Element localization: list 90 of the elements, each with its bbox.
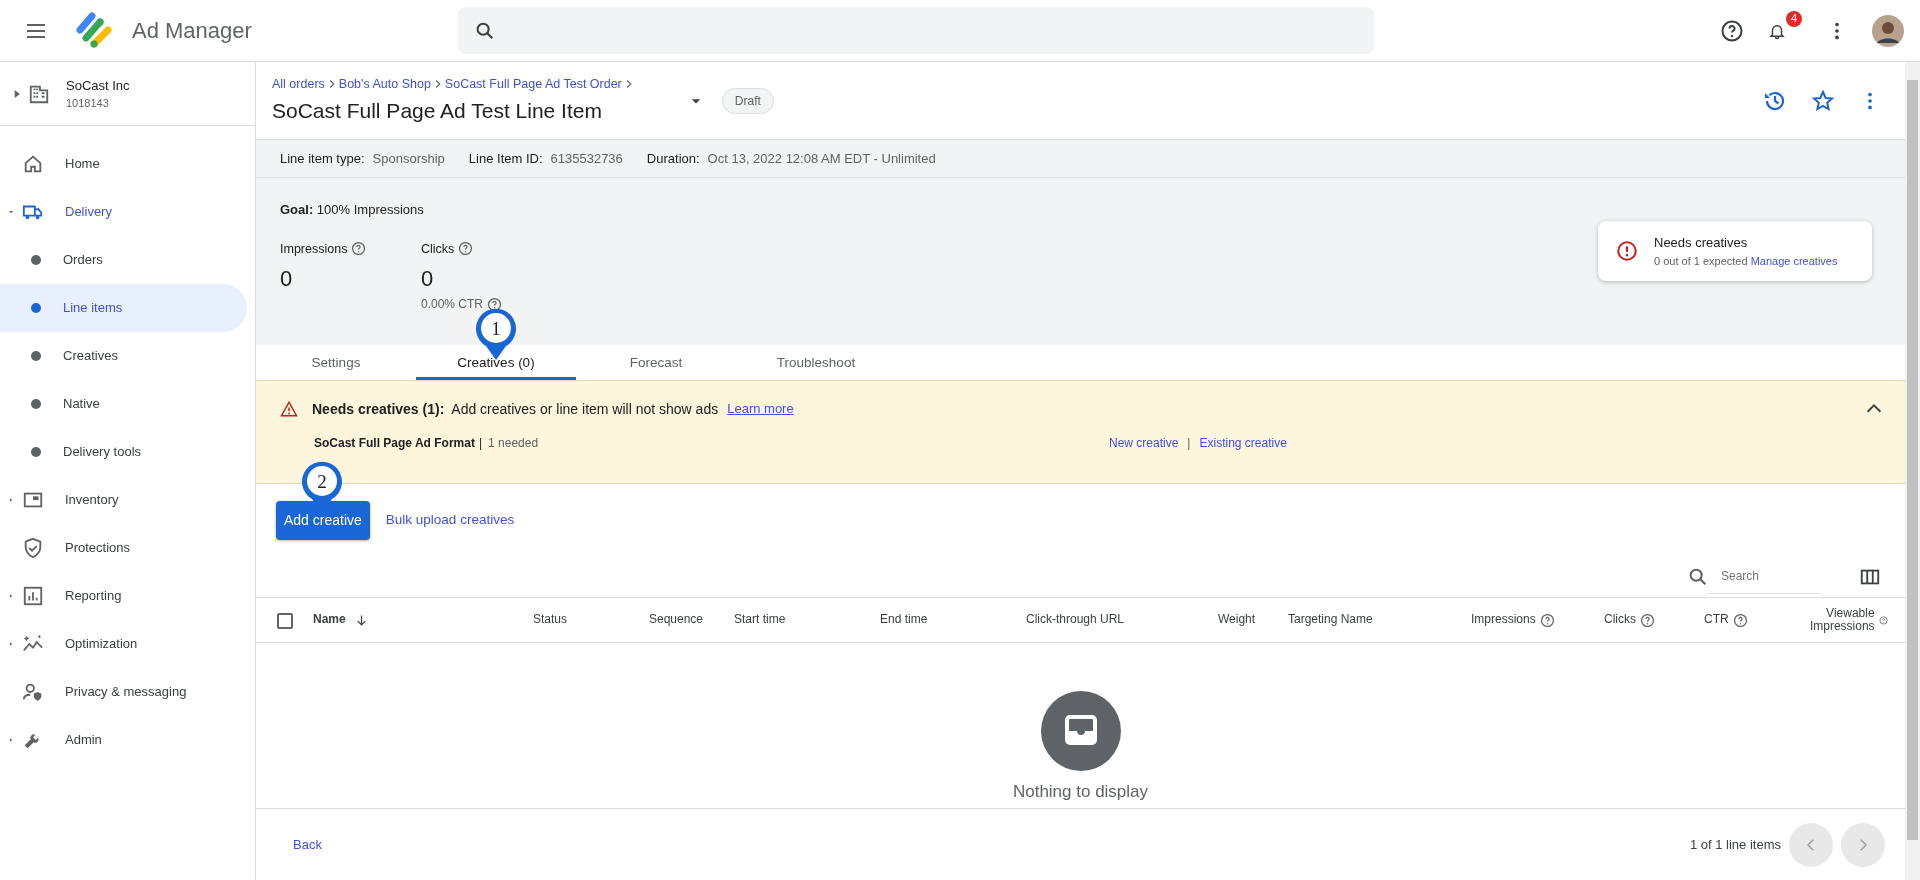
tab[interactable]: Troubleshoot [736, 345, 896, 380]
column-header[interactable]: Weight [1218, 613, 1256, 627]
info-value: 6135532736 [550, 149, 623, 168]
column-header[interactable]: Clicks [1604, 612, 1655, 628]
bullet-icon [31, 351, 41, 361]
info-value: Oct 13, 2022 12:08 AM EDT - Unlimited [707, 149, 936, 168]
nav-item[interactable]: Optimization [0, 620, 247, 668]
nav-subitem[interactable]: Orders [0, 236, 247, 284]
tab[interactable]: Settings [256, 345, 416, 380]
column-header[interactable]: Sequence [649, 613, 704, 627]
pagination-text: 1 of 1 line items [1689, 835, 1781, 854]
info-value: Sponsorship [372, 149, 445, 168]
breadcrumb-link[interactable]: All orders [272, 74, 325, 94]
nav-subitem[interactable]: Delivery tools [0, 428, 247, 476]
separator: | [478, 436, 483, 450]
column-header[interactable]: Start time [734, 613, 786, 627]
column-header[interactable]: Viewable Impressions [1804, 606, 1888, 634]
status-chip: Draft [721, 87, 774, 114]
help-icon [1732, 612, 1748, 628]
nav-item[interactable]: Protections [0, 524, 247, 572]
breadcrumb-link[interactable]: SoCast Full Page Ad Test Order [444, 74, 622, 94]
nav-subitem[interactable]: Line items [0, 284, 247, 332]
column-header[interactable]: Status [533, 613, 568, 627]
column-header[interactable]: Name [313, 612, 369, 628]
column-header[interactable]: End time [880, 613, 928, 627]
avatar[interactable] [1872, 14, 1904, 47]
error-icon [1616, 240, 1638, 262]
alert-text: 0 out of 1 expected [1654, 254, 1748, 267]
stat-label: Clicks [421, 240, 455, 258]
empty-message: Nothing to display [1012, 781, 1149, 803]
bullet-icon [31, 447, 41, 457]
nav-item[interactable]: Delivery [0, 188, 247, 236]
notification-badge: 4 [1786, 10, 1802, 27]
nav-item[interactable]: Reporting [0, 572, 247, 620]
goal-value: 100% Impressions [316, 202, 424, 217]
checkbox[interactable] [277, 612, 293, 629]
stat-value: 0 [280, 265, 294, 294]
needed-text: 1 needed [488, 436, 539, 450]
nav-subitem[interactable]: Creatives [0, 332, 247, 380]
help-icon [458, 241, 474, 257]
add-creative-button[interactable]: Add creative [276, 500, 370, 540]
separator: | [1187, 435, 1191, 452]
nav-item[interactable]: Inventory [0, 476, 247, 524]
column-header[interactable]: Click-through URL [1026, 613, 1125, 627]
help-icon [487, 296, 503, 312]
stat-label: Impressions [280, 240, 348, 258]
breadcrumb-link[interactable]: Bob's Auto Shop [338, 74, 431, 94]
page-title: SoCast Full Page Ad Test Line Item [272, 97, 603, 124]
inbox-icon [1040, 691, 1121, 771]
help-icon [1640, 612, 1655, 628]
nav-item[interactable]: Admin [0, 716, 247, 764]
bullet-icon [31, 303, 41, 313]
app-title: Ad Manager [132, 17, 252, 45]
home-icon [22, 153, 44, 175]
column-header[interactable]: Targeting Name [1288, 613, 1373, 627]
bar-chart-icon [22, 585, 44, 607]
banner-title: Needs creatives (1): [312, 399, 445, 419]
nav-subitem[interactable]: Native [0, 380, 247, 428]
creative-link[interactable]: Existing creative [1199, 434, 1287, 452]
help-icon [1539, 612, 1555, 628]
person-shield-icon [22, 681, 44, 703]
star-icon[interactable] [1811, 88, 1835, 113]
banner-text: Add creatives or line item will not show ads [451, 399, 719, 419]
creative-link[interactable]: New creative [1109, 434, 1179, 452]
column-header[interactable]: Impressions [1471, 612, 1555, 628]
help-icon [351, 241, 367, 257]
goal-label: Goal: [280, 202, 314, 217]
warning-icon [280, 400, 298, 418]
learn-more-link[interactable]: Learn more [727, 399, 794, 419]
format-name: SoCast Full Page Ad Format [314, 436, 475, 450]
shield-icon [22, 537, 44, 559]
network-code: 1018143 [66, 96, 110, 111]
network-name: SoCast Inc [66, 76, 130, 95]
bulk-upload-link[interactable]: Bulk upload creatives [385, 509, 515, 531]
scrollbar[interactable] [1905, 62, 1920, 880]
stat-value: 0 [421, 265, 435, 294]
manage-link[interactable]: Manage creatives [1750, 254, 1838, 267]
bullet-icon [31, 255, 41, 265]
search-field[interactable] [457, 7, 1374, 54]
back-link[interactable]: Back [293, 834, 322, 855]
tab[interactable]: Forecast [576, 345, 736, 380]
column-header[interactable]: CTR [1704, 612, 1748, 628]
nav-item[interactable]: Home [0, 140, 247, 188]
nav-item[interactable]: Privacy & messaging [0, 668, 247, 716]
info-label: Line Item ID: [468, 149, 543, 168]
info-label: Duration: [646, 149, 700, 168]
bullet-icon [31, 399, 41, 409]
help-icon[interactable] [1720, 18, 1744, 43]
info-label: Line item type: [280, 149, 365, 168]
alert-title: Needs creatives [1654, 234, 1749, 252]
